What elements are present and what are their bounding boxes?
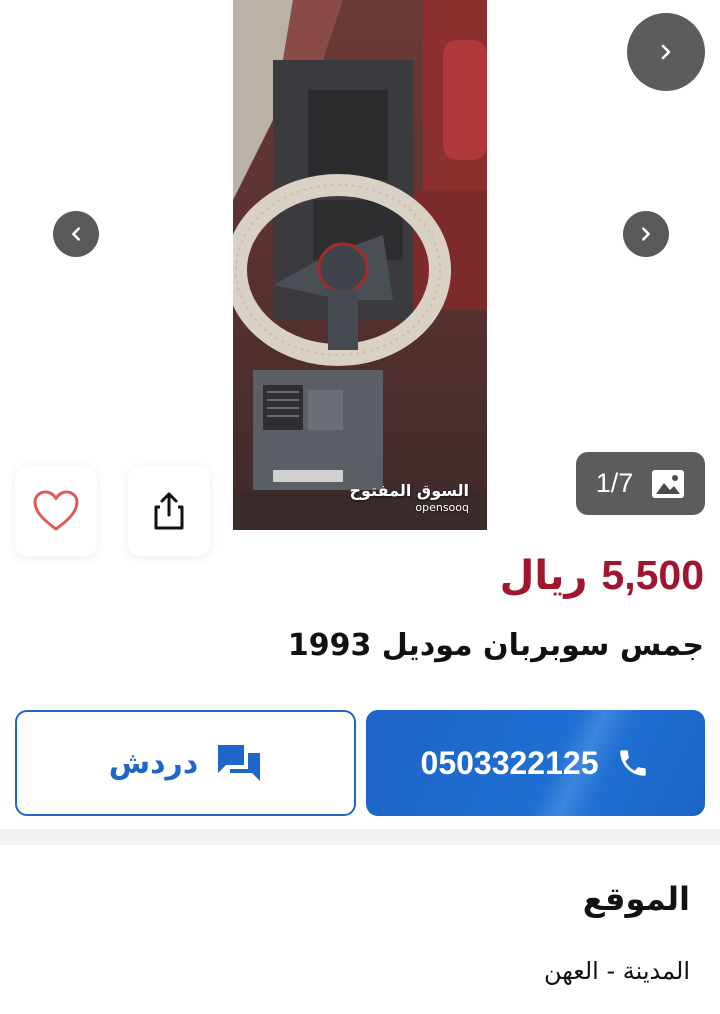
chat-button[interactable]: دردش xyxy=(15,710,356,816)
call-button[interactable]: 0503322125 xyxy=(366,710,705,816)
chevron-right-icon xyxy=(661,44,671,60)
price-amount: 5,500 xyxy=(601,552,704,598)
location-heading: الموقع xyxy=(582,880,690,918)
favorite-button[interactable] xyxy=(15,466,97,556)
car-interior-image xyxy=(233,0,487,530)
gallery-next-button[interactable] xyxy=(623,211,669,257)
listing-title: جمس سوبربان موديل 1993 xyxy=(287,628,704,663)
call-button-number: 0503322125 xyxy=(420,744,599,781)
location-value: المدينة - العهن xyxy=(543,957,690,985)
photo-counter[interactable]: 1/7 xyxy=(576,452,705,515)
section-divider xyxy=(0,829,720,845)
chat-icon xyxy=(218,745,261,781)
share-button[interactable] xyxy=(128,466,210,556)
image-icon xyxy=(652,469,685,498)
photo-counter-text: 1/7 xyxy=(595,468,634,498)
photo-gallery[interactable]: السوق المفتوح opensooq 1/7 xyxy=(0,0,720,556)
gallery-prev-button[interactable] xyxy=(53,211,99,257)
price-currency: ريال xyxy=(499,553,588,599)
share-icon xyxy=(154,492,184,530)
watermark-latin: opensooq xyxy=(415,501,469,514)
chat-button-label: دردش xyxy=(108,745,199,781)
chevron-left-icon xyxy=(72,227,80,241)
watermark-arabic: السوق المفتوح xyxy=(349,481,469,500)
listing-price: 5,500 ريال xyxy=(500,552,704,599)
watermark: السوق المفتوح opensooq xyxy=(349,481,469,514)
phone-icon xyxy=(620,750,647,776)
listing-photo[interactable]: السوق المفتوح opensooq xyxy=(233,0,487,530)
heart-icon xyxy=(33,490,79,531)
chevron-right-icon xyxy=(642,227,650,241)
gallery-next-button-top[interactable] xyxy=(627,13,705,91)
